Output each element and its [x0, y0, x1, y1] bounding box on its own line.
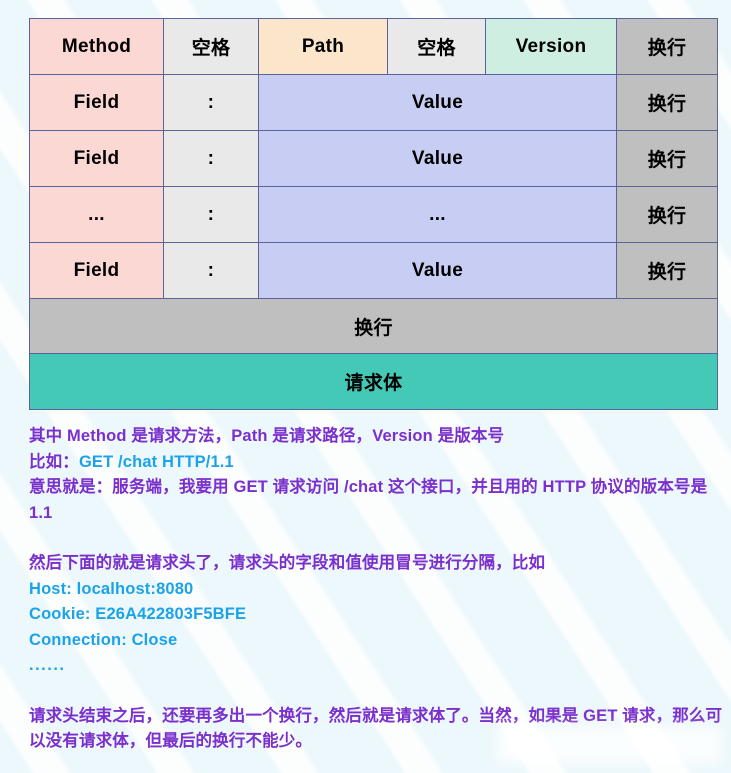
cell-value-2: Value: [258, 130, 617, 187]
cell-value-3: Value: [258, 242, 617, 299]
cell-newline-header-1: 换行: [616, 74, 718, 131]
cell-field-1: Field: [29, 74, 164, 131]
cell-field-2: Field: [29, 130, 164, 187]
table-row-header-3: Field : Value 换行: [29, 242, 718, 299]
cell-newline-request-line: 换行: [616, 18, 718, 75]
table-row-header-ellipsis: ... : ... 换行: [29, 186, 718, 243]
http-request-structure-table: Method 空格 Path 空格 Version 换行 Field : Val…: [29, 18, 718, 410]
cell-colon-3: :: [163, 186, 259, 243]
cell-value-ellipsis: ...: [258, 186, 617, 243]
blurred-watermark: [497, 727, 721, 763]
table-row-header-1: Field : Value 换行: [29, 74, 718, 131]
para1-line3: 意思就是：服务端，我要用 GET 请求访问 /chat 这个接口，并且用的 HT…: [29, 478, 708, 522]
cell-space-1: 空格: [163, 18, 259, 75]
example-header-connection: Connection: Close: [29, 630, 178, 649]
para2-line1: 然后下面的就是请求头了，请求头的字段和值使用冒号进行分隔，比如: [29, 554, 546, 572]
table-row-request-line: Method 空格 Path 空格 Version 换行: [29, 18, 718, 75]
cell-method: Method: [29, 18, 164, 75]
table-row-request-body: 请求体: [29, 353, 718, 410]
para1-line1: 其中 Method 是请求方法，Path 是请求路径，Version 是版本号: [29, 427, 505, 445]
cell-colon-2: :: [163, 130, 259, 187]
cell-value-1: Value: [258, 74, 617, 131]
http-request-structure-page: Method 空格 Path 空格 Version 换行 Field : Val…: [0, 0, 731, 773]
table-row-header-2: Field : Value 换行: [29, 130, 718, 187]
cell-version: Version: [485, 18, 617, 75]
cell-colon-1: :: [163, 74, 259, 131]
cell-newline-header-ellipsis: 换行: [616, 186, 718, 243]
cell-colon-4: :: [163, 242, 259, 299]
paragraph-gap-2: [29, 679, 724, 704]
cell-request-body: 请求体: [29, 353, 718, 410]
example-header-cookie: Cookie: E26A422803F5BFE: [29, 605, 247, 623]
cell-field-ellipsis: ...: [29, 186, 164, 243]
cell-path: Path: [258, 18, 388, 75]
cell-space-2: 空格: [387, 18, 486, 75]
cell-newline-header-3: 换行: [616, 242, 718, 299]
cell-field-3: Field: [29, 242, 164, 299]
cell-newline-blank: 换行: [29, 298, 718, 354]
example-header-host: Host: localhost:8080: [29, 579, 194, 598]
example-header-ellipsis: ......: [29, 656, 66, 674]
para1-line2: 比如：GET /chat HTTP/1.1: [29, 450, 724, 476]
paragraph-gap-1: [29, 526, 724, 551]
table-row-blank-line: 换行: [29, 298, 718, 354]
para1-line2-prefix: 比如：: [29, 452, 79, 471]
example-request-line: GET /chat HTTP/1.1: [78, 452, 234, 471]
explanation-text: 其中 Method 是请求方法，Path 是请求路径，Version 是版本号 …: [29, 424, 724, 755]
cell-newline-header-2: 换行: [616, 130, 718, 187]
